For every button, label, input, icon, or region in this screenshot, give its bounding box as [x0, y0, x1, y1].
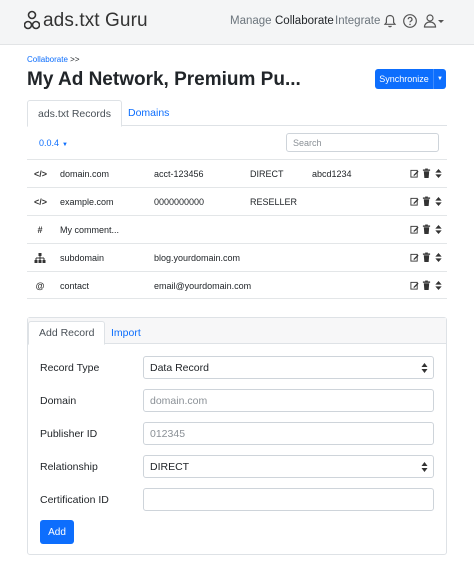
caret-down-icon[interactable]: ▼ — [434, 69, 446, 89]
relationship-value: DIRECT — [150, 460, 190, 473]
sort-icon[interactable] — [434, 168, 443, 179]
record-publisher: blog.yourdomain.com — [154, 253, 241, 263]
caret-down-icon: ▼ — [62, 142, 68, 148]
record-domain: subdomain — [60, 253, 105, 263]
tab-import[interactable]: Import — [100, 321, 152, 345]
table-row[interactable]: subdomain blog.yourdomain.com — [27, 243, 447, 271]
publisher-id-label: Publisher ID — [40, 428, 98, 440]
trash-icon[interactable] — [422, 196, 431, 207]
add-button[interactable]: Add — [40, 520, 74, 544]
row-actions — [410, 280, 443, 291]
record-type-select[interactable]: Data Record — [143, 356, 434, 379]
publisher-id-field[interactable] — [143, 422, 434, 445]
breadcrumb: Collaborate >> — [27, 55, 80, 64]
edit-icon[interactable] — [410, 280, 419, 291]
trash-icon[interactable] — [422, 280, 431, 291]
relationship-label: Relationship — [40, 461, 98, 473]
record-type-value: Data Record — [150, 361, 209, 374]
brand-name: ads.txt Guru — [43, 10, 148, 31]
trash-icon[interactable] — [422, 252, 431, 263]
edit-icon[interactable] — [410, 196, 419, 207]
sort-icon[interactable] — [434, 252, 443, 263]
help-icon[interactable] — [402, 13, 418, 29]
breadcrumb-collaborate[interactable]: Collaborate — [27, 55, 68, 64]
row-actions — [410, 252, 443, 263]
sort-icon[interactable] — [434, 196, 443, 207]
record-comment: My comment... — [60, 225, 120, 235]
top-navbar: ads.txt Guru Manage Collaborate Integrat… — [0, 0, 474, 45]
sort-icon[interactable] — [434, 224, 443, 235]
sitemap-icon — [34, 253, 46, 263]
synchronize-button[interactable]: Synchronize ▼ — [375, 69, 446, 89]
select-arrows-icon — [421, 462, 428, 472]
code-icon: </> — [34, 169, 48, 179]
record-relationship: RESELLER — [250, 197, 298, 207]
tab-domains[interactable]: Domains — [117, 100, 180, 126]
row-actions — [410, 224, 443, 235]
version-dropdown[interactable]: 0.0.4 ▼ — [39, 138, 68, 148]
domain-field[interactable] — [143, 389, 434, 412]
certification-id-field[interactable] — [143, 488, 434, 511]
page-title: My Ad Network, Premium Pu... — [27, 69, 301, 90]
edit-icon[interactable] — [410, 168, 419, 179]
synchronize-label[interactable]: Synchronize — [375, 69, 434, 89]
table-row[interactable]: # My comment... — [27, 215, 447, 243]
record-relationship: DIRECT — [250, 169, 284, 179]
record-type-label: Record Type — [40, 362, 100, 374]
table-row[interactable]: @ contact email@yourdomain.com — [27, 271, 447, 299]
certification-id-label: Certification ID — [40, 494, 109, 506]
breadcrumb-separator: >> — [70, 55, 80, 64]
main-tabs: ads.txt Records Domains — [27, 100, 447, 127]
record-domain: example.com — [60, 197, 114, 207]
at-icon: @ — [35, 281, 45, 291]
table-row[interactable]: </> example.com 0000000000 RESELLER — [27, 187, 447, 215]
edit-icon[interactable] — [410, 224, 419, 235]
nav-collaborate[interactable]: Collaborate — [275, 15, 334, 27]
add-record-card: Add Record Import Record Type Data Recor… — [27, 317, 447, 555]
hash-icon: # — [37, 225, 43, 235]
user-menu-icon[interactable] — [423, 13, 445, 29]
domain-label: Domain — [40, 395, 77, 407]
row-actions — [410, 168, 443, 179]
record-domain: contact — [60, 281, 90, 291]
select-arrows-icon — [421, 363, 428, 373]
table-row[interactable]: </> domain.com acct-123456 DIRECT abcd12… — [27, 159, 447, 187]
sort-icon[interactable] — [434, 280, 443, 291]
edit-icon[interactable] — [410, 252, 419, 263]
logo-icon — [24, 10, 40, 30]
nav-manage[interactable]: Manage — [230, 15, 272, 27]
search-input[interactable] — [286, 133, 439, 152]
record-cert: abcd1234 — [312, 169, 352, 179]
nav-integrate[interactable]: Integrate — [335, 15, 380, 27]
record-domain: domain.com — [60, 169, 110, 179]
record-publisher: 0000000000 — [154, 197, 205, 207]
row-actions — [410, 196, 443, 207]
trash-icon[interactable] — [422, 168, 431, 179]
relationship-select[interactable]: DIRECT — [143, 455, 434, 478]
record-publisher: acct-123456 — [154, 169, 204, 179]
bell-icon[interactable] — [382, 13, 398, 29]
tab-add-record[interactable]: Add Record — [28, 321, 106, 345]
records-table: </> domain.com acct-123456 DIRECT abcd12… — [27, 159, 447, 299]
card-tabs: Add Record Import — [28, 318, 446, 345]
brand[interactable]: ads.txt Guru — [24, 10, 148, 32]
trash-icon[interactable] — [422, 224, 431, 235]
code-icon: </> — [34, 197, 48, 207]
record-publisher: email@yourdomain.com — [154, 281, 252, 291]
version-label: 0.0.4 — [39, 138, 60, 148]
tab-ads-txt-records[interactable]: ads.txt Records — [27, 100, 122, 127]
